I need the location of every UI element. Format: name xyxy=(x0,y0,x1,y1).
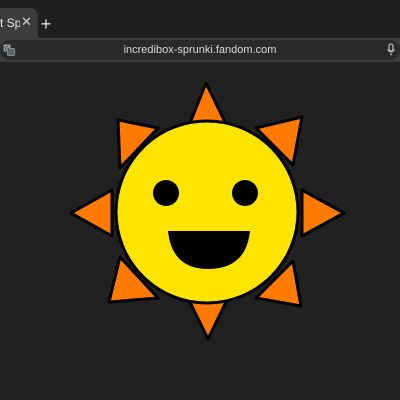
new-tab-button[interactable]: + xyxy=(37,14,55,34)
address-bar[interactable]: G incredibox-sprunki.fandom.com xyxy=(0,40,400,60)
tab-strip: t Spr ✕ + xyxy=(0,0,400,38)
url-text[interactable]: incredibox-sprunki.fandom.com xyxy=(0,43,400,57)
sun-face xyxy=(114,119,300,305)
page-content xyxy=(0,62,400,400)
browser-tab[interactable]: t Spr ✕ xyxy=(0,8,38,38)
microphone-icon[interactable] xyxy=(386,43,396,57)
tab-title: t Spr xyxy=(0,16,20,30)
plus-icon: + xyxy=(40,14,52,34)
smiling-sun-image xyxy=(69,81,346,341)
right-eye xyxy=(232,180,258,206)
left-eye xyxy=(153,180,179,206)
close-icon[interactable]: ✕ xyxy=(21,15,32,28)
